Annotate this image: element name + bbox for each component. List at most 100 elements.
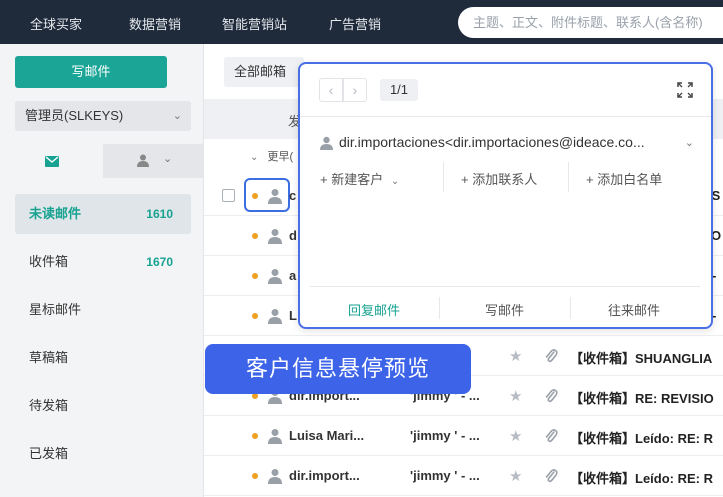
page-count: 1/1: [380, 79, 418, 101]
contact-icon[interactable]: [268, 228, 282, 244]
reply-mail-button[interactable]: 回复邮件: [348, 300, 400, 319]
chevron-down-icon[interactable]: ⌄: [685, 136, 694, 149]
folder-starred[interactable]: 星标邮件: [15, 290, 191, 330]
folder-count: 1670: [146, 255, 173, 269]
unread-dot: [252, 273, 258, 279]
contact-icon[interactable]: [268, 468, 282, 484]
folder-sent[interactable]: 已发箱: [15, 434, 191, 474]
folder-count: 1610: [146, 207, 173, 221]
unread-dot: [252, 193, 258, 199]
contact-icon[interactable]: [268, 188, 282, 204]
user-icon: [320, 137, 333, 151]
row-sender: a: [289, 268, 297, 283]
hover-highlight: [244, 178, 290, 212]
attachment-icon: [545, 389, 558, 403]
contact-icon[interactable]: [268, 308, 282, 324]
divider: [568, 162, 569, 192]
nav-smart-marketing[interactable]: 智能营销站: [222, 14, 287, 33]
contact-row: dir.importaciones<dir.importaciones@idea…: [320, 134, 695, 151]
star-icon[interactable]: ★: [509, 467, 522, 485]
row-checkbox[interactable]: [222, 189, 235, 202]
search-input[interactable]: 主题、正文、附件标题、联系人(含名称): [458, 7, 723, 38]
tab-mail[interactable]: [0, 144, 103, 178]
table-row[interactable]: dir.import... 'jimmy ' - ... ★ 【收件箱】Leíd…: [204, 456, 723, 496]
folder-label: 未读邮件: [29, 206, 82, 221]
folder-label: 已发箱: [29, 446, 69, 461]
plus-icon: +: [461, 172, 473, 187]
row-sender: L: [289, 308, 297, 323]
row-sender: dir.import...: [289, 468, 360, 483]
attachment-icon: [545, 429, 558, 443]
add-whitelist-label: 添加白名单: [597, 172, 663, 187]
divider: [570, 297, 571, 319]
group-label: 更早(: [267, 151, 294, 163]
mail-history-button[interactable]: 往来邮件: [608, 300, 660, 319]
compose-button[interactable]: 写邮件: [15, 56, 167, 88]
chevron-down-icon: ⌄: [250, 152, 259, 163]
contact-icon[interactable]: [268, 268, 282, 284]
divider: [300, 116, 711, 117]
row-subject: 【收件箱】Leído: RE: R: [570, 471, 713, 486]
star-icon[interactable]: ★: [509, 347, 522, 365]
row-subject: 【收件箱】RE: REVISIO: [570, 391, 714, 406]
unread-dot: [252, 233, 258, 239]
user-icon: [137, 154, 149, 167]
expand-icon[interactable]: [677, 82, 693, 98]
folder-label: 草稿箱: [29, 350, 69, 365]
nav-ad-marketing[interactable]: 广告营销: [329, 14, 381, 33]
next-page-button[interactable]: ›: [343, 78, 367, 102]
row-sender: Luisa Mari...: [289, 428, 365, 443]
add-contact-button[interactable]: + 添加联系人: [461, 169, 537, 188]
sidebar: 写邮件 管理员(SLKEYS) ⌄ ⌄ 未读邮件 1610 收件箱 1670 星…: [0, 44, 204, 497]
row-subject: 【收件箱】SHUANGLIA: [570, 351, 713, 366]
chevron-down-icon: ⌄: [172, 110, 182, 122]
account-select[interactable]: 管理员(SLKEYS) ⌄: [15, 101, 191, 131]
folder-label: 收件箱: [29, 254, 69, 269]
row-sender: c: [289, 188, 297, 203]
contact-icon[interactable]: [268, 428, 282, 444]
star-icon[interactable]: ★: [509, 387, 522, 405]
nav-data-marketing[interactable]: 数据营销: [129, 14, 181, 33]
star-icon[interactable]: ★: [509, 427, 522, 445]
divider: [443, 162, 444, 192]
folder-outbox[interactable]: 待发箱: [15, 386, 191, 426]
add-whitelist-button[interactable]: + 添加白名单: [586, 169, 662, 188]
group-header[interactable]: ⌄ 更早(: [250, 148, 293, 172]
folder-inbox[interactable]: 收件箱 1670: [15, 242, 191, 282]
app-root: 全球买家 数据营销 智能营销站 广告营销 主题、正文、附件标题、联系人(含名称)…: [0, 0, 723, 497]
divider: [310, 286, 700, 287]
prev-page-button[interactable]: ‹: [319, 78, 343, 102]
account-label: 管理员(SLKEYS): [25, 108, 124, 123]
folder-unread[interactable]: 未读邮件 1610: [15, 194, 191, 234]
new-customer-button[interactable]: + 新建客户 ⌄: [320, 169, 399, 188]
row-recipient: 'jimmy ' - ...: [410, 468, 480, 483]
attachment-icon: [545, 469, 558, 483]
row-sender: d: [289, 228, 297, 243]
divider: [439, 297, 440, 319]
mailbox-filter[interactable]: 全部邮箱: [224, 57, 304, 87]
add-contact-label: 添加联系人: [472, 172, 538, 187]
top-nav: 全球买家 数据营销 智能营销站 广告营销 主题、正文、附件标题、联系人(含名称): [0, 0, 723, 44]
contact-preview-popover: ‹ › 1/1 dir.importaciones<dir.importacio…: [298, 62, 713, 329]
new-customer-label: 新建客户: [331, 172, 384, 187]
plus-icon: +: [586, 172, 598, 187]
attachment-icon: [545, 349, 558, 363]
unread-dot: [252, 473, 258, 479]
plus-icon: +: [320, 172, 332, 187]
folder-label: 待发箱: [29, 398, 69, 413]
chevron-down-icon: ⌄: [163, 153, 173, 165]
write-mail-button[interactable]: 写邮件: [485, 300, 524, 319]
nav-global-buyers[interactable]: 全球买家: [30, 14, 82, 33]
table-row[interactable]: Luisa Mari... 'jimmy ' - ... ★ 【收件箱】Leíd…: [204, 416, 723, 456]
chevron-down-icon: ⌄: [390, 176, 400, 187]
folder-drafts[interactable]: 草稿箱: [15, 338, 191, 378]
row-subject: 【收件箱】Leído: RE: R: [570, 431, 713, 446]
mail-icon: [45, 156, 59, 167]
sidebar-tabs: ⌄: [0, 144, 204, 178]
tab-contacts[interactable]: ⌄: [103, 144, 204, 178]
folder-label: 星标邮件: [29, 302, 82, 317]
unread-dot: [252, 433, 258, 439]
row-recipient: 'jimmy ' - ...: [410, 428, 480, 443]
feature-banner: 客户信息悬停预览: [205, 344, 471, 394]
contact-email: dir.importaciones<dir.importaciones@idea…: [339, 134, 645, 150]
